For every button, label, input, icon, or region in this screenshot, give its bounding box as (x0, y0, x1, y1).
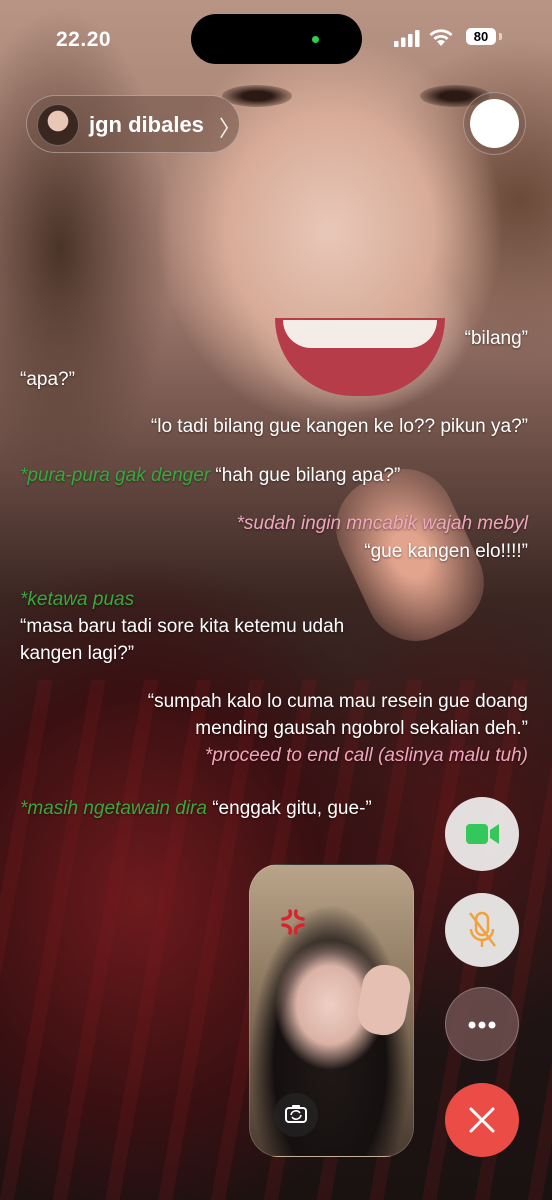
dialogue-text: kangen lagi?” (20, 643, 135, 664)
flip-camera-icon (285, 1105, 307, 1123)
dialogue-text: “sumpah kalo lo cuma mau resein gue doan… (147, 691, 528, 712)
chat-line: “apa?” (20, 369, 75, 391)
dynamic-island (191, 14, 362, 64)
battery-cap (499, 33, 502, 40)
dialogue-text: “gue kangen elo!!!!” (364, 541, 528, 562)
dialogue-text: “apa?” (20, 369, 75, 390)
action-text: *pura-pura gak denger (20, 465, 211, 486)
avatar (37, 104, 79, 146)
camera-in-use-indicator (312, 36, 319, 43)
dialogue-text: “bilang” (464, 328, 528, 349)
dialogue-text: “lo tadi bilang gue kangen ke lo?? pikun… (150, 416, 528, 437)
more-dots-icon (468, 1021, 496, 1029)
chat-line: mending gausah ngobrol sekalian deh.” (195, 718, 528, 740)
flip-camera-button[interactable] (274, 1093, 318, 1137)
self-video-detail (354, 961, 413, 1039)
chat-line: “masa baru tadi sore kita ketemu udah (20, 616, 344, 638)
action-text: *proceed to end call (aslinya malu tuh) (204, 745, 528, 766)
dialogue-text: “enggak gitu, gue-” (212, 798, 372, 819)
self-video-preview[interactable] (249, 864, 414, 1157)
chat-line: “sumpah kalo lo cuma mau resein gue doan… (148, 691, 528, 713)
dialogue-text: “hah gue bilang apa?” (215, 465, 401, 486)
remote-video-detail (283, 320, 437, 348)
action-text: *masih ngetawain dira (20, 798, 207, 819)
contact-name-pill[interactable]: jgn dibales 〉 (26, 95, 242, 153)
battery-indicator: 80 (466, 28, 496, 45)
chat-line: *ketawa puas (20, 589, 134, 611)
capture-button[interactable] (463, 92, 526, 155)
dialogue-text: “masa baru tadi sore kita ketemu udah (20, 616, 345, 637)
chat-line: kangen lagi?” (20, 643, 134, 665)
action-text: *sudah ingin mncabik wajah mebyl (236, 513, 529, 534)
close-icon (469, 1107, 495, 1133)
end-call-button[interactable] (445, 1083, 519, 1157)
cellular-signal-icon (394, 30, 420, 47)
chat-line: *sudah ingin mncabik wajah mebyl (237, 513, 529, 535)
chat-line: “bilang” (465, 328, 528, 350)
chat-line: *masih ngetawain dira “enggak gitu, gue-… (20, 798, 372, 820)
capture-button-inner (470, 99, 519, 148)
video-camera-icon (466, 824, 499, 844)
chevron-right-icon: 〉 (219, 116, 242, 141)
chat-line: “gue kangen elo!!!!” (364, 541, 528, 563)
action-text: *ketawa puas (20, 589, 135, 610)
chat-line: “lo tadi bilang gue kangen ke lo?? pikun… (151, 416, 528, 438)
chat-line: *pura-pura gak denger “hah gue bilang ap… (20, 465, 400, 487)
dialogue-text: mending gausah ngobrol sekalian deh.” (195, 718, 528, 739)
chat-line: *proceed to end call (aslinya malu tuh) (205, 745, 528, 767)
wifi-icon (429, 29, 453, 46)
contact-name: jgn dibales (89, 112, 204, 137)
mute-toggle-button[interactable] (445, 893, 519, 967)
more-options-button[interactable] (445, 987, 519, 1061)
video-toggle-button[interactable] (445, 797, 519, 871)
anger-symbol-icon (280, 909, 306, 942)
microphone-muted-icon (469, 911, 496, 947)
status-time: 22.20 (56, 28, 112, 51)
